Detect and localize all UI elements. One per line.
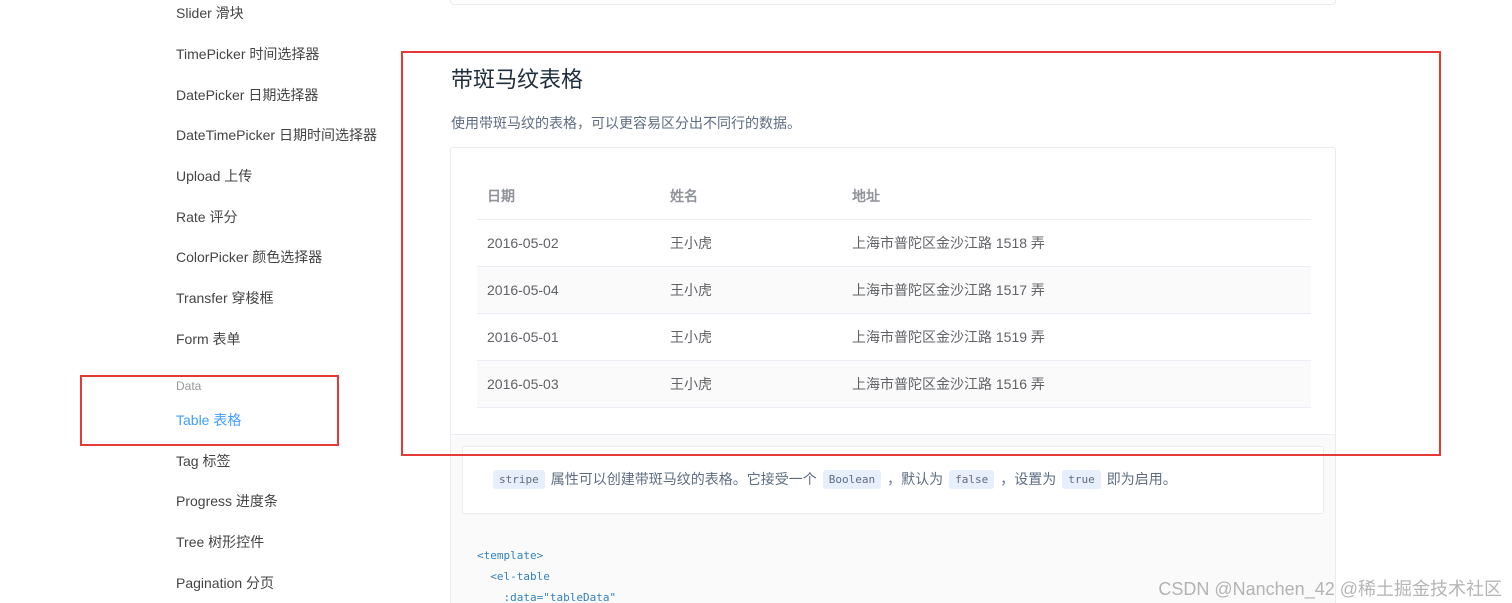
- sidebar-nav: Slider 滑块 TimePicker 时间选择器 DatePicker 日期…: [0, 0, 420, 603]
- description-text: stripe 属性可以创建带斑马纹的表格。它接受一个 Boolean ，默认为 …: [489, 469, 1179, 489]
- sidebar-item-upload[interactable]: Upload 上传: [176, 166, 252, 186]
- code-line: <el-table: [477, 570, 550, 583]
- sidebar-item-slider[interactable]: Slider 滑块: [176, 3, 244, 23]
- description-part-1: 属性可以创建带斑马纹的表格。它接受一个: [550, 471, 817, 487]
- sidebar-item-timepicker[interactable]: TimePicker 时间选择器: [176, 44, 319, 64]
- docs-page: Slider 滑块 TimePicker 时间选择器 DatePicker 日期…: [0, 0, 1512, 603]
- highlight-box-demo: [401, 51, 1441, 456]
- highlight-box-sidebar: [80, 375, 339, 446]
- code-true: true: [1062, 469, 1101, 489]
- code-line: :data="tableData": [477, 591, 617, 603]
- code-line: <template>: [477, 549, 544, 562]
- previous-demo-card: [450, 0, 1336, 5]
- sidebar-item-tag[interactable]: Tag 标签: [176, 451, 230, 471]
- sidebar-item-colorpicker[interactable]: ColorPicker 颜色选择器: [176, 247, 322, 267]
- watermark: CSDN @Nanchen_42 @稀土掘金技术社区: [1158, 579, 1502, 599]
- code-false: false: [949, 469, 995, 489]
- code-sample: <template> <el-table :data="tableData": [477, 545, 616, 603]
- sidebar-item-rate[interactable]: Rate 评分: [176, 207, 237, 227]
- description-part-3: ，设置为: [1000, 471, 1057, 487]
- code-stripe: stripe: [493, 469, 545, 489]
- description-part-2: ，默认为: [887, 471, 944, 487]
- sidebar-item-transfer[interactable]: Transfer 穿梭框: [176, 288, 274, 308]
- sidebar-item-pagination[interactable]: Pagination 分页: [176, 573, 274, 593]
- sidebar-item-progress[interactable]: Progress 进度条: [176, 491, 278, 511]
- sidebar-item-form[interactable]: Form 表单: [176, 329, 241, 349]
- description-part-4: 即为启用。: [1106, 471, 1177, 487]
- sidebar-item-datetimepicker[interactable]: DateTimePicker 日期时间选择器: [176, 125, 377, 145]
- sidebar-item-datepicker[interactable]: DatePicker 日期选择器: [176, 85, 318, 105]
- demo-description: stripe 属性可以创建带斑马纹的表格。它接受一个 Boolean ，默认为 …: [462, 446, 1324, 514]
- sidebar-item-tree[interactable]: Tree 树形控件: [176, 532, 264, 552]
- code-boolean: Boolean: [822, 469, 882, 489]
